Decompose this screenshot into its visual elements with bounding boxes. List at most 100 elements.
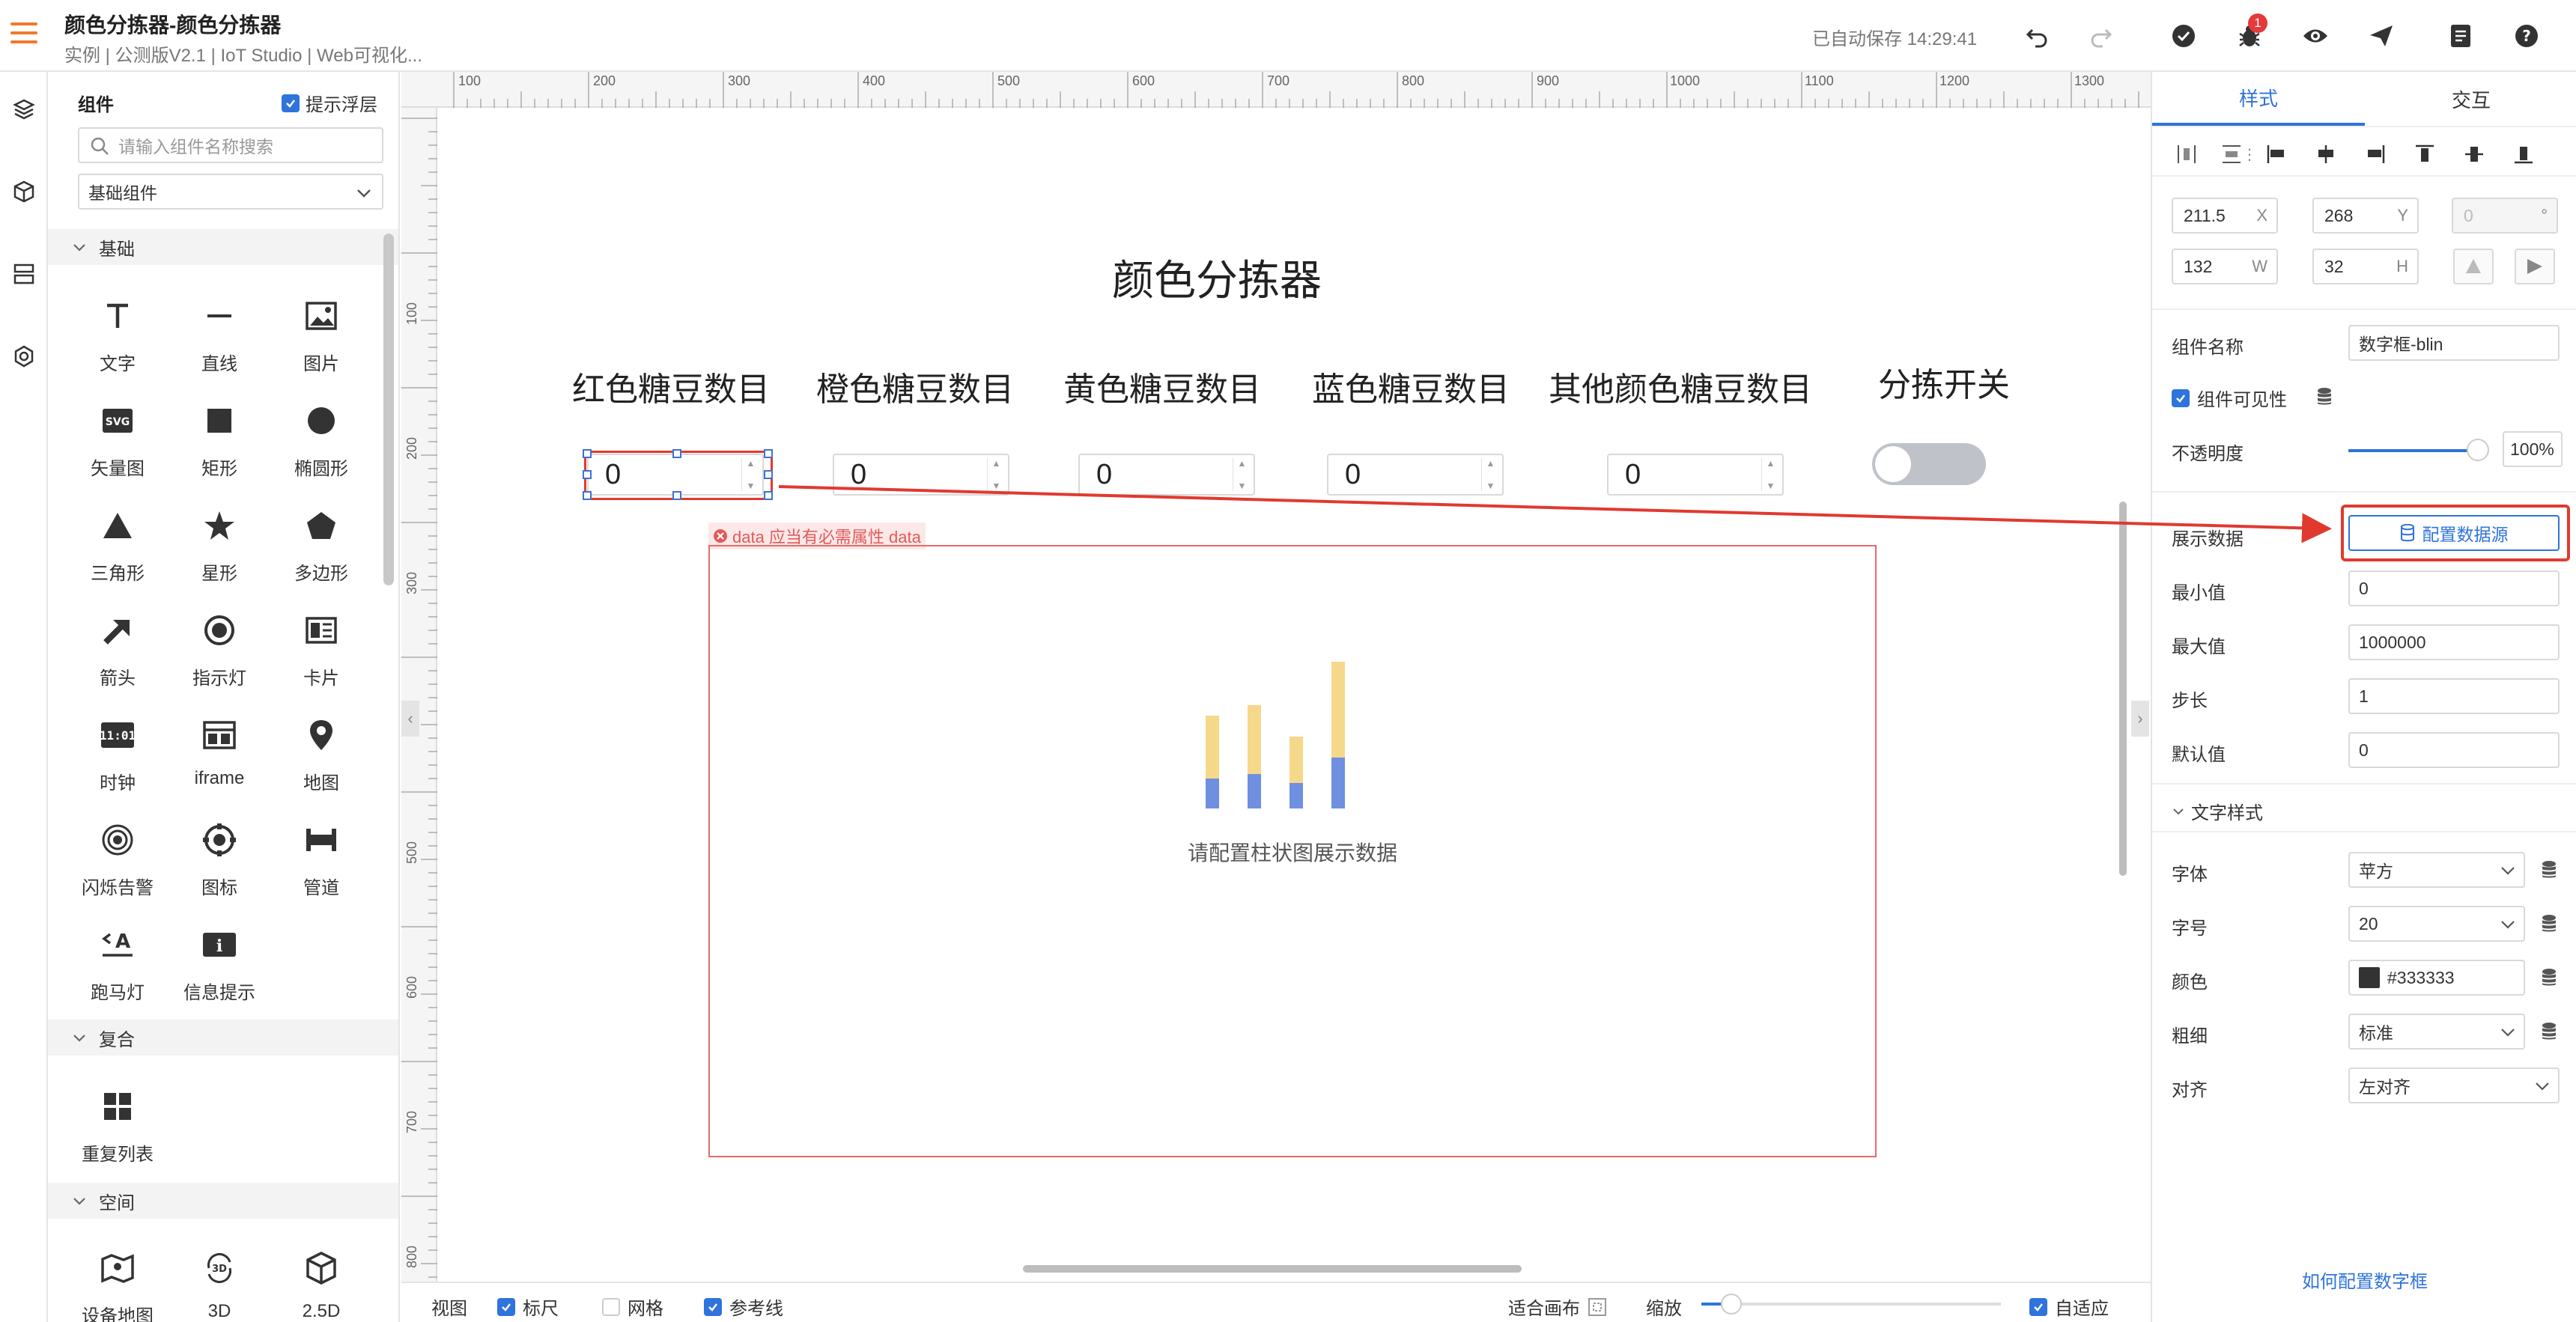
checkbox-checked-icon[interactable] [2172, 389, 2190, 407]
component-2-5d[interactable]: 2.5D [274, 1241, 368, 1322]
components-button[interactable] [9, 177, 39, 207]
checkbox-checked-icon[interactable] [704, 1297, 722, 1316]
spin-up-icon[interactable]: ▲ [992, 458, 1001, 469]
canvas-title-text[interactable]: 颜色分拣器 [1112, 247, 1322, 308]
font-weight-data-bind-button[interactable] [2534, 1014, 2564, 1050]
category-basic[interactable]: 基础 [48, 229, 398, 265]
align-left-button[interactable] [2264, 142, 2288, 166]
component-arrow[interactable]: 箭头 [70, 603, 165, 693]
checkbox-unchecked-icon[interactable] [602, 1297, 620, 1316]
component-indicator[interactable]: 指示灯 [172, 603, 267, 693]
resize-handle[interactable] [583, 449, 592, 458]
width-input[interactable]: 132 W [2172, 249, 2278, 284]
component-ellipse[interactable]: 椭圆形 [274, 394, 368, 484]
resize-handle[interactable] [764, 470, 773, 479]
resize-handle[interactable] [764, 449, 773, 458]
opacity-slider-knob[interactable] [2467, 439, 2489, 461]
color-data-bind-button[interactable] [2534, 960, 2564, 996]
opacity-input[interactable]: 100% [2503, 431, 2563, 467]
debug-button[interactable]: 1 [2232, 13, 2267, 54]
bar-chart-placeholder[interactable]: 请配置柱状图展示数据 [708, 545, 1877, 1157]
help-number-box-link[interactable]: 如何配置数字框 [2152, 1267, 2576, 1293]
spin-up-icon[interactable]: ▲ [1486, 458, 1495, 469]
auto-fit-toggle[interactable]: 自适应 [2029, 1294, 2109, 1320]
align-top-button[interactable] [2413, 142, 2437, 166]
x-input[interactable]: 211.5 X [2172, 198, 2278, 234]
guides-toggle[interactable]: 参考线 [704, 1294, 783, 1320]
number-box-other[interactable]: 0 ▲ ▼ [1607, 454, 1784, 496]
component-star[interactable]: 星形 [172, 499, 267, 588]
collapse-left-panel-button[interactable]: ‹ [401, 701, 419, 737]
more-dots-icon[interactable]: ⋮ [2242, 142, 2257, 166]
min-input[interactable]: 0 [2348, 570, 2560, 606]
component-name-input[interactable]: 数字框-blin [2348, 325, 2560, 361]
number-box-yellow[interactable]: 0 ▲ ▼ [1078, 454, 1255, 496]
tab-style[interactable]: 样式 [2152, 72, 2365, 126]
component-marquee[interactable]: A 跑马灯 [70, 918, 165, 1008]
distribute-vertical-button[interactable] [2220, 142, 2244, 166]
default-input[interactable]: 0 [2348, 732, 2560, 768]
spin-down-icon[interactable]: ▼ [992, 481, 1001, 491]
menu-icon[interactable] [10, 22, 37, 46]
spin-buttons[interactable]: ▲ ▼ [1233, 458, 1251, 491]
component-vector[interactable]: SVG 矢量图 [70, 394, 165, 484]
panel-scrollbar[interactable] [383, 234, 394, 585]
label-orange-count[interactable]: 橙色糖豆数目 [816, 362, 1014, 410]
checkbox-checked-icon[interactable] [497, 1297, 515, 1316]
y-input[interactable]: 268 Y [2312, 198, 2419, 234]
zoom-slider-knob[interactable] [1721, 1294, 1742, 1315]
label-sort-switch[interactable]: 分拣开关 [1878, 358, 2010, 406]
hint-overlay-toggle[interactable]: 提示浮层 [282, 90, 377, 116]
component-search-input[interactable]: 请输入组件名称搜索 [78, 127, 383, 163]
spin-down-icon[interactable]: ▼ [1486, 481, 1495, 491]
opacity-slider[interactable] [2348, 449, 2480, 452]
spin-up-icon[interactable]: ▲ [1238, 458, 1247, 469]
font-weight-select[interactable]: 标准 [2348, 1014, 2525, 1050]
spin-buttons[interactable]: ▲ ▼ [987, 458, 1005, 491]
label-blue-count[interactable]: 蓝色糖豆数目 [1312, 362, 1510, 410]
component-polygon[interactable]: 多边形 [274, 499, 368, 588]
spin-buttons[interactable]: ▲ ▼ [1481, 458, 1499, 491]
number-box-orange[interactable]: 0 ▲ ▼ [833, 454, 1009, 496]
ruler-toggle[interactable]: 标尺 [497, 1294, 559, 1320]
category-space[interactable]: 空间 [48, 1183, 398, 1219]
resize-handle[interactable] [583, 491, 592, 500]
component-blink-alarm[interactable]: 闪烁告警 [70, 813, 165, 903]
flip-vertical-button[interactable] [2453, 249, 2494, 284]
component-clock[interactable]: 11:01 时钟 [70, 708, 165, 798]
canvas-horizontal-scrollbar[interactable] [1023, 1265, 1522, 1273]
resize-handle[interactable] [764, 491, 773, 500]
distribute-horizontal-button[interactable] [2175, 142, 2199, 166]
document-button[interactable] [2443, 18, 2479, 54]
component-image[interactable]: 图片 [274, 289, 368, 379]
component-iframe[interactable]: iframe [172, 708, 267, 798]
publish-button[interactable] [2363, 18, 2399, 54]
component-map[interactable]: 地图 [274, 708, 368, 798]
preview-button[interactable] [2297, 18, 2333, 54]
resize-handle[interactable] [672, 491, 681, 500]
spin-down-icon[interactable]: ▼ [1767, 481, 1775, 491]
collapse-right-panel-button[interactable]: › [2131, 701, 2149, 737]
font-data-bind-button[interactable] [2534, 852, 2564, 888]
label-other-count[interactable]: 其他颜色糖豆数目 [1549, 362, 1812, 410]
align-right-button[interactable] [2363, 142, 2387, 166]
category-composite[interactable]: 复合 [48, 1020, 398, 1056]
component-device-map[interactable]: 设备地图 [70, 1241, 165, 1322]
tab-interaction[interactable]: 交互 [2365, 72, 2576, 126]
component-triangle[interactable]: 三角形 [70, 499, 165, 588]
color-swatch[interactable] [2359, 967, 2380, 988]
visibility-data-bind-button[interactable] [2309, 379, 2339, 415]
align-center-h-button[interactable] [2314, 142, 2338, 166]
settings-button[interactable] [9, 341, 39, 371]
height-input[interactable]: 32 H [2312, 249, 2419, 284]
zoom-slider[interactable] [1701, 1294, 2001, 1315]
canvas-vertical-scrollbar[interactable] [2119, 502, 2127, 876]
project-breadcrumb[interactable]: 实例 | 公测版V2.1 | IoT Studio | Web可视化... [64, 40, 422, 67]
redo-button[interactable] [2083, 18, 2119, 54]
sort-switch-toggle[interactable] [1872, 443, 1986, 485]
spin-buttons[interactable]: ▲ ▼ [1761, 458, 1779, 491]
component-repeat-list[interactable]: 重复列表 [70, 1079, 165, 1169]
font-size-select[interactable]: 20 [2348, 906, 2525, 942]
label-red-count[interactable]: 红色糖豆数目 [572, 362, 770, 410]
font-size-data-bind-button[interactable] [2534, 906, 2564, 942]
